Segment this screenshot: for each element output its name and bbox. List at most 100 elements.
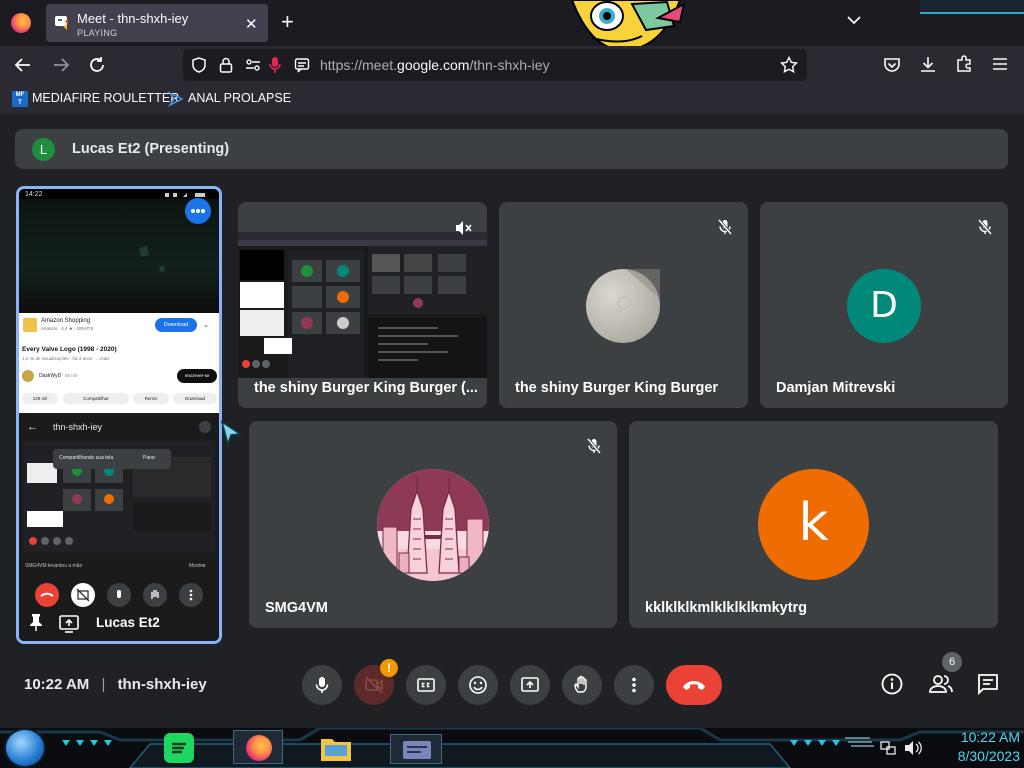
raise-hand-button[interactable] xyxy=(562,665,602,705)
mic-off-icon xyxy=(716,218,734,236)
url-domain: google.com xyxy=(397,57,470,73)
participant-tile[interactable]: k kklklklkmlklklklkmkytrg xyxy=(629,421,998,628)
pin-icon[interactable] xyxy=(29,613,43,631)
reader-mode-icon[interactable] xyxy=(294,57,310,73)
new-tab-icon[interactable]: + xyxy=(281,9,294,35)
volume-off-icon xyxy=(453,218,473,238)
channel-subs: 50 mil xyxy=(65,373,78,378)
url-text[interactable]: https://meet.google.com/thn-shxh-iey xyxy=(320,57,550,73)
phone-meet-code: thn-shxh-iey xyxy=(53,422,103,432)
file-explorer-taskbar-icon[interactable] xyxy=(320,734,352,762)
phone-end-call-button[interactable] xyxy=(35,583,59,607)
navigation-toolbar: https://meet.google.com/thn-shxh-iey xyxy=(0,46,1024,84)
people-count-badge: 6 xyxy=(942,652,962,672)
video-action-share[interactable]: Compartilhar xyxy=(63,393,129,404)
meet-page: L Lucas Et2 (Presenting) 14:22 Amazon Sh… xyxy=(0,114,1024,728)
screen-share-tile[interactable]: 14:22 Amazon Shopping Anúncio · 4,4 ★ · … xyxy=(16,186,222,644)
present-screen-button[interactable] xyxy=(510,665,550,705)
ad-app-name: Amazon Shopping xyxy=(41,318,91,324)
video-action-like[interactable]: 129 mil xyxy=(22,393,58,404)
participant-initial-avatar: k xyxy=(758,469,869,580)
phone-hand-button[interactable] xyxy=(143,583,167,607)
video-title: Every Valve Logo (1998 - 2020) xyxy=(22,346,117,353)
people-icon[interactable] xyxy=(928,672,954,696)
subscribe-button[interactable]: Inscrever-se xyxy=(177,369,217,383)
meeting-info: 10:22 AM | thn-shxh-iey xyxy=(24,676,207,693)
show-button[interactable]: Mostrar xyxy=(189,563,206,569)
camera-warning-badge: ! xyxy=(380,659,398,677)
window-frame-decoration xyxy=(920,0,1024,14)
more-options-button[interactable] xyxy=(614,665,654,705)
bookmark-mediafire[interactable]: MEDIAFIRE ROULETTER xyxy=(32,91,179,105)
video-action-remix[interactable]: Remix xyxy=(133,393,169,404)
phone-mic-button[interactable] xyxy=(107,583,131,607)
share-toast-text: Compartilhando sua tela xyxy=(59,455,114,461)
volume-tray-icon[interactable] xyxy=(904,740,922,756)
meeting-details-icon[interactable] xyxy=(880,672,904,696)
extensions-icon[interactable] xyxy=(955,55,973,73)
firefox-menu-icon[interactable] xyxy=(11,13,31,33)
pocket-icon[interactable] xyxy=(883,56,901,74)
more-options-icon[interactable] xyxy=(185,198,211,224)
screen-thumbnail xyxy=(238,232,487,378)
chat-icon[interactable] xyxy=(976,672,1000,696)
youtube-info-panel: Amazon Shopping Anúncio · 4,4 ★ · GRÁTIS… xyxy=(19,313,219,413)
stop-share-button[interactable]: Parar xyxy=(143,455,155,461)
spotify-taskbar-icon[interactable] xyxy=(164,733,194,763)
list-all-tabs-icon[interactable] xyxy=(846,12,862,28)
share-toast: Compartilhando sua tela Parar xyxy=(53,449,171,469)
close-tab-icon[interactable]: ✕ xyxy=(245,15,258,33)
tracking-protection-icon[interactable] xyxy=(191,57,207,73)
camera-off-button[interactable]: ! xyxy=(354,659,398,705)
start-button[interactable] xyxy=(6,730,44,766)
participant-tile[interactable]: SMG4VM xyxy=(249,421,617,628)
taskbar-date[interactable]: 8/30/2023 xyxy=(936,748,1020,764)
mouse-cursor-icon xyxy=(220,420,244,448)
url-bar[interactable]: https://meet.google.com/thn-shxh-iey xyxy=(183,49,807,81)
firefox-taskbar-icon[interactable] xyxy=(233,730,283,764)
bookmark-second[interactable]: ANAL PROLAPSE xyxy=(188,91,291,105)
tab-title: Meet - thn-shxh-iey xyxy=(77,11,189,26)
participant-name: kklklklkmlklklklkmkytrg xyxy=(645,600,808,616)
captions-button[interactable] xyxy=(406,665,446,705)
back-icon[interactable] xyxy=(14,56,32,74)
video-meta: 1,2 mi de visualizações · há 3 anos · ..… xyxy=(22,356,110,361)
raised-hand-notice: SMG4VM levantou a mão xyxy=(25,563,83,569)
meeting-separator: | xyxy=(101,676,106,693)
presenting-label: Lucas Et2 (Presenting) xyxy=(72,141,230,157)
taskbar: 10:22 AM 8/30/2023 xyxy=(0,728,1024,768)
presenter-tile-name: Lucas Et2 xyxy=(96,615,160,630)
audio-playing-icon[interactable] xyxy=(54,13,72,31)
microphone-button[interactable] xyxy=(302,665,342,705)
ad-install-button[interactable]: Download xyxy=(155,318,197,332)
phone-more-button[interactable] xyxy=(179,583,203,607)
taskbar-time[interactable]: 10:22 AM xyxy=(936,729,1020,745)
reactions-button[interactable] xyxy=(458,665,498,705)
bookmark-icon xyxy=(168,91,184,107)
participant-tile[interactable]: the shiny Burger King Burger (... xyxy=(238,202,487,408)
bookmarks-toolbar: MF T MEDIAFIRE ROULETTER ANAL PROLAPSE xyxy=(0,84,1024,114)
leave-call-button[interactable] xyxy=(666,665,722,705)
forward-icon[interactable] xyxy=(52,56,70,74)
lock-icon[interactable] xyxy=(219,57,233,73)
microphone-active-icon[interactable] xyxy=(269,56,281,74)
network-tray-icon[interactable] xyxy=(880,740,896,756)
presenting-banner[interactable]: L Lucas Et2 (Presenting) xyxy=(15,129,1008,169)
tab-meet[interactable]: Meet - thn-shxh-iey PLAYING ✕ xyxy=(46,4,268,42)
phone-camera-off-button[interactable] xyxy=(71,583,95,607)
tab-strip: Meet - thn-shxh-iey PLAYING ✕ + xyxy=(0,0,1024,52)
participant-tile[interactable]: the shiny Burger King Burger xyxy=(499,202,748,408)
downloads-icon[interactable] xyxy=(919,55,937,73)
url-prefix: https://meet. xyxy=(320,57,398,73)
phone-back-icon[interactable]: ← xyxy=(27,421,38,433)
presenter-avatar: L xyxy=(32,138,55,161)
participant-tile[interactable]: D Damjan Mitrevski xyxy=(760,202,1008,408)
hamburger-menu-icon[interactable] xyxy=(991,56,1009,72)
bookmark-star-icon[interactable] xyxy=(780,56,798,74)
video-action-download[interactable]: Download xyxy=(173,393,217,404)
phone-speaker-icon[interactable] xyxy=(199,421,211,433)
ad-expand-icon[interactable]: ⌄ xyxy=(203,321,209,329)
permissions-icon[interactable] xyxy=(245,57,261,73)
app-taskbar-icon[interactable] xyxy=(390,734,442,764)
reload-icon[interactable] xyxy=(88,56,106,74)
